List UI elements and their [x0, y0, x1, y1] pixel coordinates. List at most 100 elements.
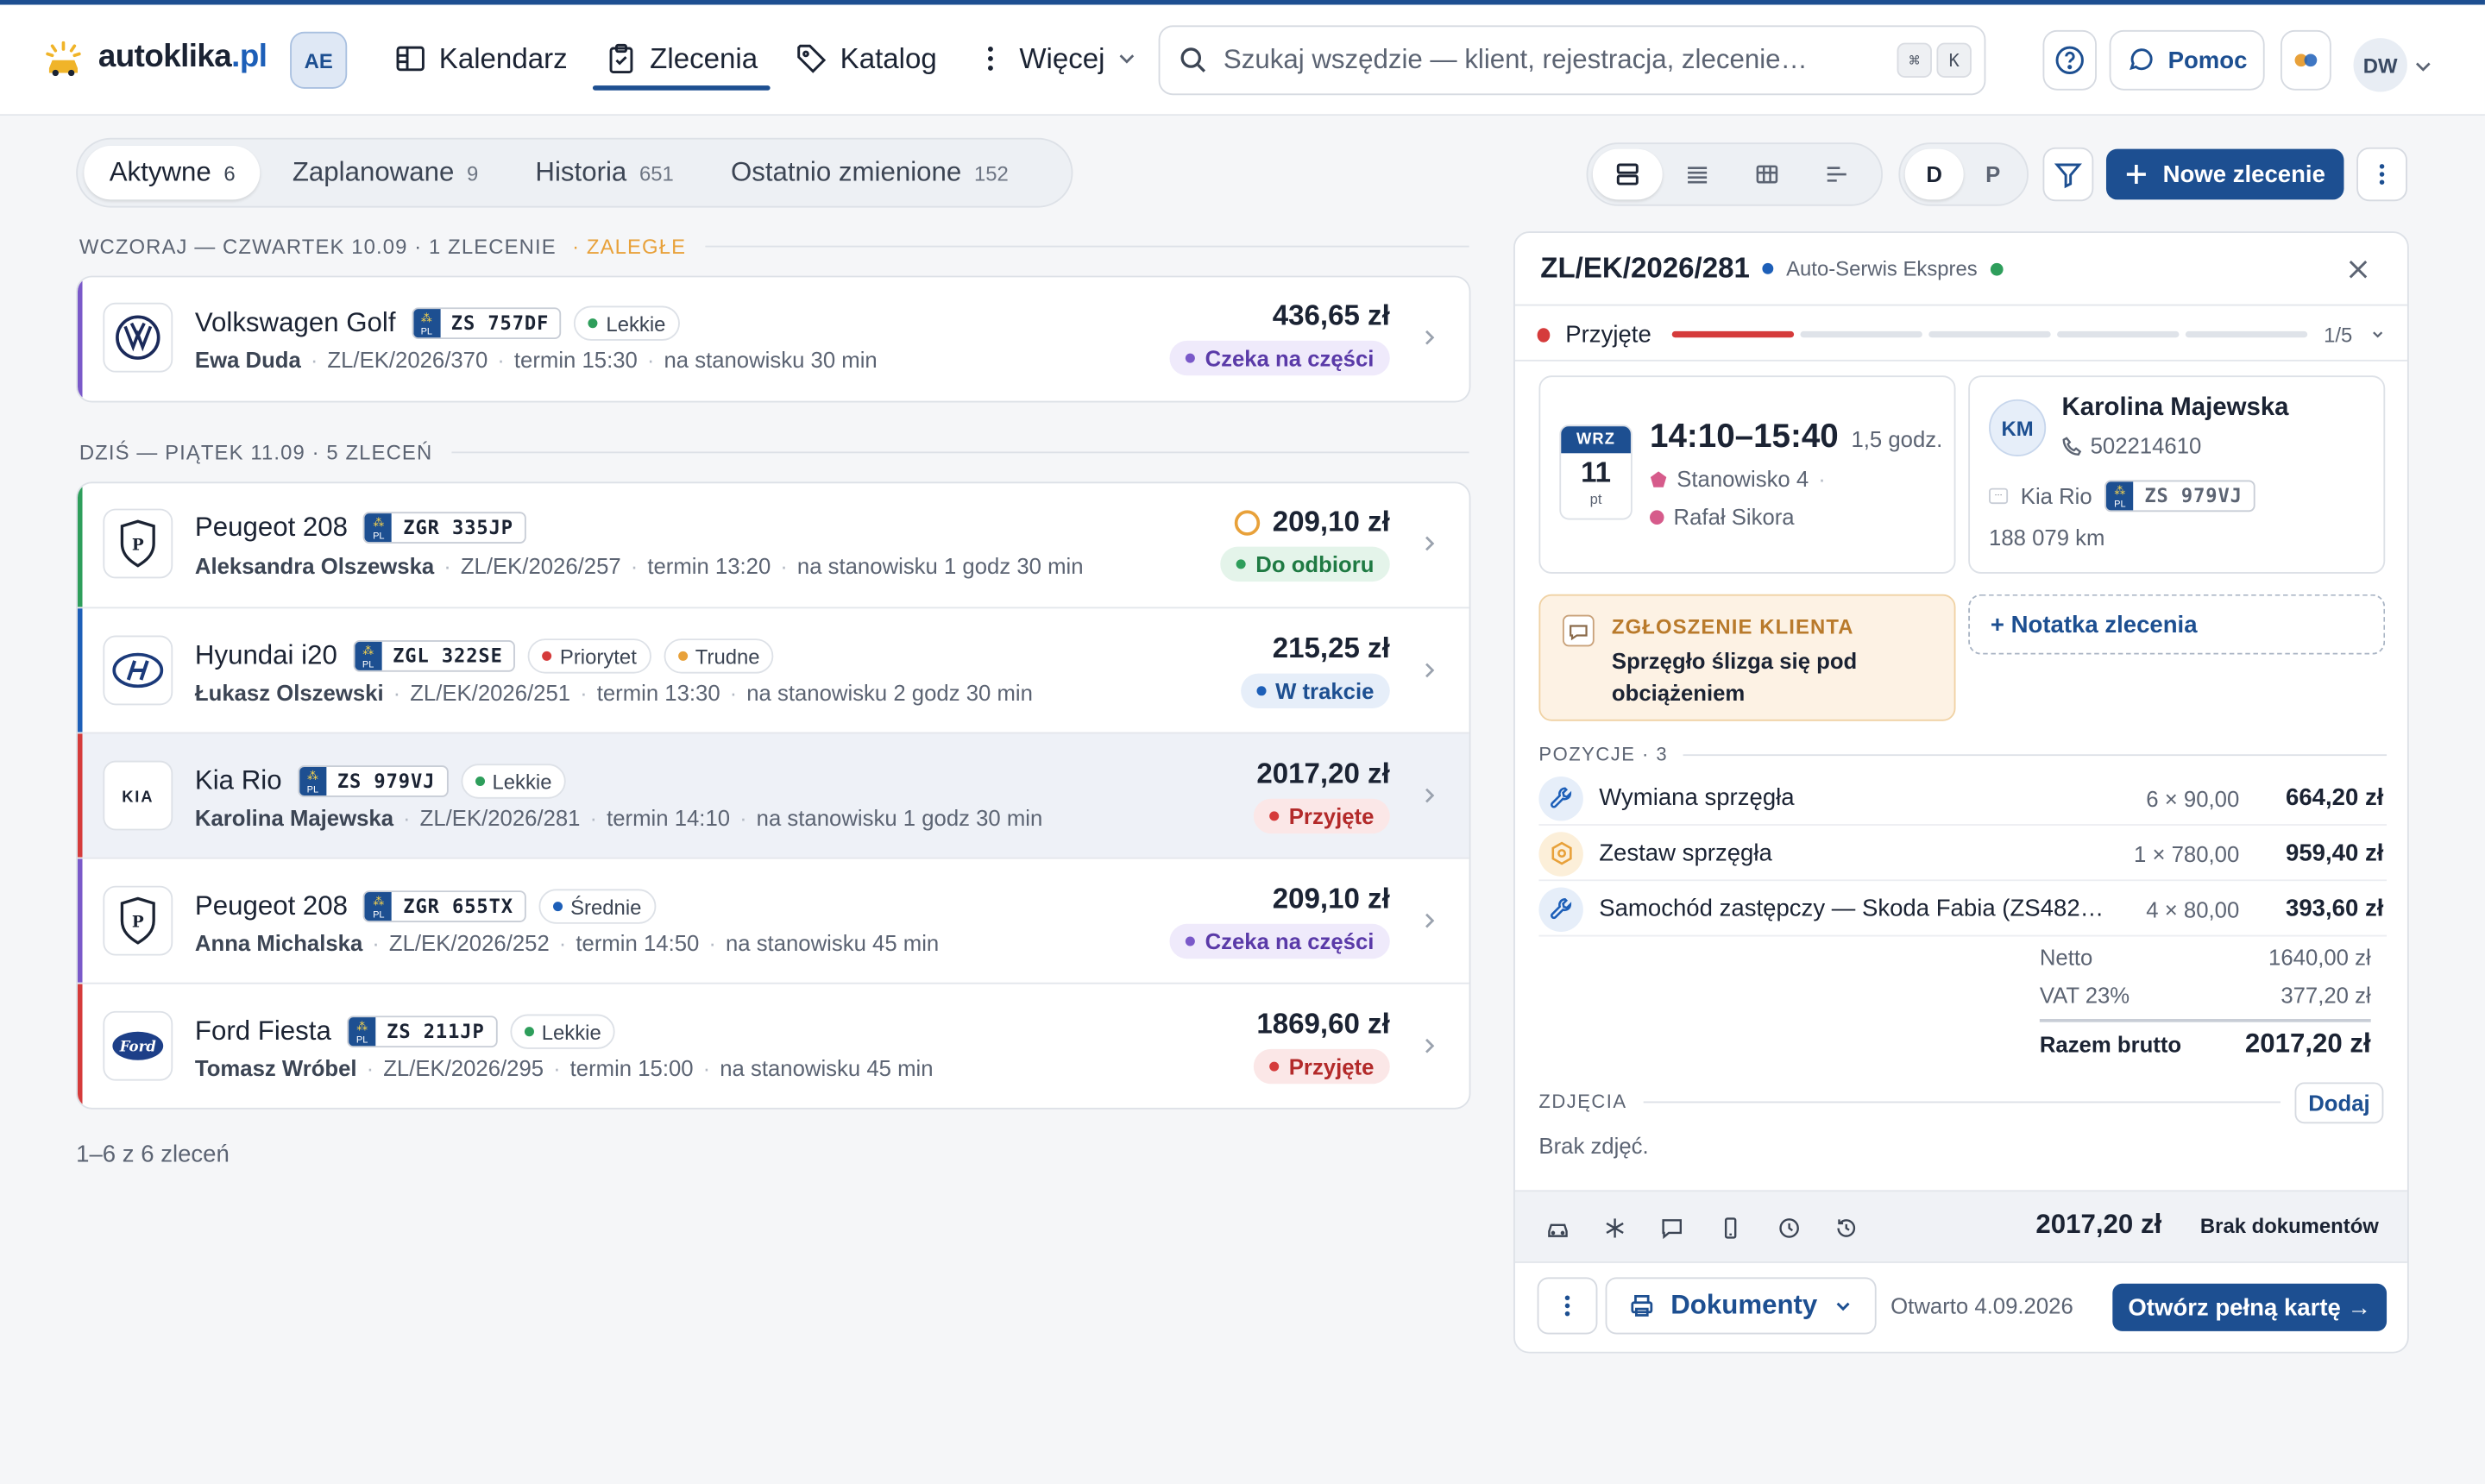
- vat-total: VAT 23% 377,20 zł: [2039, 982, 2371, 1009]
- appointment-box[interactable]: WRZ 11 pt 14:10–15:40 1,5 godz. Stanowis…: [1538, 375, 1956, 574]
- clock-icon[interactable]: [1777, 1216, 1802, 1241]
- shortcut-k: K: [1936, 42, 1972, 78]
- car-icon[interactable]: [1545, 1216, 1570, 1241]
- order-price: 209,10 zł: [1234, 506, 1390, 539]
- nav-wiecej[interactable]: Więcej: [959, 27, 1153, 90]
- snowflake-icon[interactable]: [1602, 1216, 1627, 1241]
- photos-header: ZDJĘCIA: [1538, 1091, 2281, 1112]
- add-photo-button[interactable]: Dodaj: [2294, 1082, 2384, 1124]
- status-dot: [1269, 811, 1280, 821]
- logo[interactable]: autoklika.pl: [44, 40, 267, 76]
- tag-dot: [552, 902, 563, 912]
- eu-flag-icon: ⁂ PL: [349, 1017, 376, 1047]
- nav-zlecenia[interactable]: Zlecenia: [589, 27, 773, 91]
- workspace-badge[interactable]: AE: [290, 31, 348, 89]
- new-order-button[interactable]: Nowe zlecenie: [2105, 148, 2344, 200]
- apps-button[interactable]: [2281, 29, 2331, 91]
- help-label: Pomoc: [2167, 47, 2248, 74]
- section-divider: [705, 244, 1469, 247]
- meta-separator: ·: [630, 553, 639, 579]
- order-price: 215,25 zł: [1273, 632, 1390, 666]
- user-avatar[interactable]: DW: [2353, 38, 2407, 92]
- client-box[interactable]: KM Karolina Majewska 502214610 ⋯ Kia Rio…: [1968, 375, 2386, 574]
- status-label: Czeka na części: [1205, 928, 1375, 954]
- help-button[interactable]: Pomoc: [2109, 29, 2265, 91]
- chevron-down-icon: [1836, 1302, 1850, 1311]
- day-button[interactable]: D: [1904, 148, 1964, 200]
- order-row[interactable]: Volkswagen Golf ⁂ PL ZS 757DF Lekkie Ewa Duda…: [77, 277, 1469, 401]
- stage-dot: [1537, 327, 1550, 342]
- license-plate: ⁂ PL ZS 979VJ: [2104, 480, 2255, 512]
- tag-label: Lekkie: [541, 1019, 601, 1044]
- global-search[interactable]: Szukaj wszędzie — klient, rejestracja, z…: [1158, 25, 1986, 96]
- order-item[interactable]: Samochód zastępczy — Skoda Fabia (ZS482……: [1538, 883, 2387, 937]
- add-order-note-button[interactable]: + Notatka zlecenia: [1968, 594, 2386, 655]
- duration: 1,5 godz.: [1851, 426, 1943, 452]
- order-meta: Anna Michalska · ZL/EK/2026/252 · termin 14:…: [195, 930, 939, 955]
- eu-flag-icon: ⁂ PL: [365, 513, 393, 543]
- mileage: 188 079 km: [1989, 524, 2105, 550]
- peugeot-logo-icon: P: [120, 896, 155, 945]
- order-row[interactable]: KIA Kia Rio ⁂ PL ZS 979VJ Lekkie Karolina Maje…: [77, 732, 1469, 858]
- stage-progress[interactable]: Przyjęte 1/5: [1537, 320, 2386, 349]
- order-item[interactable]: Zestaw sprzęgła 1 × 780,00 959,40 zł: [1538, 827, 2387, 882]
- view-cards-button[interactable]: [1592, 148, 1663, 200]
- order-price: 2017,20 zł: [1256, 758, 1389, 791]
- help-icon-button[interactable]: [2042, 29, 2097, 91]
- nav-kalendarz[interactable]: Kalendarz: [379, 27, 583, 90]
- search-placeholder: Szukaj wszędzie — klient, rejestracja, z…: [1223, 44, 1808, 75]
- tab-historia[interactable]: Historia 651: [510, 146, 699, 199]
- phone-icon: [2062, 436, 2082, 456]
- cards-icon: [1616, 163, 1639, 186]
- message-icon[interactable]: [1659, 1216, 1684, 1241]
- client-car: Kia Rio: [2020, 483, 2092, 509]
- svg-text:KIA: KIA: [122, 787, 154, 805]
- view-table-button[interactable]: [1733, 149, 1802, 200]
- org-dot: [1762, 262, 1774, 274]
- due-time: termin 14:50: [576, 930, 700, 956]
- open-full-card-button[interactable]: Otwórz pełną kartę →: [2112, 1283, 2387, 1331]
- chevron-right-icon: [1422, 531, 1438, 556]
- order-row[interactable]: Hyundai i20 ⁂ PL ZGL 322SE Priorytet Trudne Łu…: [77, 607, 1469, 733]
- overdue-label: · ZALEGŁE: [572, 233, 687, 258]
- eu-flag-icon: ⁂ PL: [2106, 481, 2134, 511]
- order-number: ZL/EK/2026/295: [383, 1055, 544, 1081]
- documents-button[interactable]: Dokumenty: [1605, 1277, 1877, 1335]
- svg-text:Ford: Ford: [119, 1038, 157, 1055]
- client-name: Tomasz Wróbel: [194, 1055, 357, 1081]
- close-icon[interactable]: [2347, 258, 2369, 280]
- order-item[interactable]: Wymiana sprzęgła 6 × 90,00 664,20 zł: [1538, 771, 2387, 826]
- user-menu-chevron-icon[interactable]: [2413, 57, 2432, 76]
- tab-aktywne[interactable]: Aktywne 6: [84, 145, 261, 200]
- order-row[interactable]: Ford Ford Fiesta ⁂ PL ZS 211JP Lekkie Tomasz W…: [77, 982, 1469, 1108]
- filter-button[interactable]: [2042, 147, 2094, 202]
- item-value: 959,40 zł: [2286, 839, 2384, 867]
- tab-zaplanowane[interactable]: Zaplanowane 9: [267, 146, 503, 199]
- car-brand-logo: Ford: [103, 1010, 173, 1081]
- order-tag: Lekkie: [460, 764, 567, 799]
- client-phone[interactable]: 502214610: [2091, 432, 2202, 457]
- client-name: Łukasz Olszewski: [194, 679, 384, 706]
- toolbar-total: 2017,20 zł: [2035, 1209, 2162, 1240]
- plan-button[interactable]: P: [1964, 149, 2023, 200]
- tag-icon: [797, 44, 827, 73]
- view-timeline-button[interactable]: [1802, 149, 1872, 200]
- more-actions-button[interactable]: [2356, 147, 2407, 202]
- history-icon[interactable]: [1834, 1216, 1859, 1241]
- order-row[interactable]: P Peugeot 208 ⁂ PL ZGR 655TX Średnie Anna Mich…: [77, 857, 1469, 983]
- view-list-button[interactable]: [1663, 149, 1733, 200]
- order-row[interactable]: P Peugeot 208 ⁂ PL ZGR 335JP Aleksandra Olsze…: [77, 483, 1469, 607]
- nav-wiecej-label: Więcej: [1019, 41, 1105, 74]
- tag-dot: [524, 1027, 534, 1037]
- tag-label: Lekkie: [492, 769, 552, 794]
- phone-device-icon[interactable]: [1718, 1216, 1743, 1241]
- stage-segment: [1672, 330, 1795, 338]
- due-time: termin 13:20: [647, 553, 771, 579]
- list-icon: [1688, 167, 1708, 184]
- panel-more-button[interactable]: [1537, 1277, 1598, 1335]
- due-time: termin 15:00: [569, 1055, 694, 1081]
- nav-katalog[interactable]: Katalog: [780, 27, 953, 90]
- tag-dot: [542, 651, 552, 661]
- filter-icon: [2054, 163, 2082, 189]
- tab-ostatnio-zmienione[interactable]: Ostatnio zmienione 152: [706, 146, 1035, 199]
